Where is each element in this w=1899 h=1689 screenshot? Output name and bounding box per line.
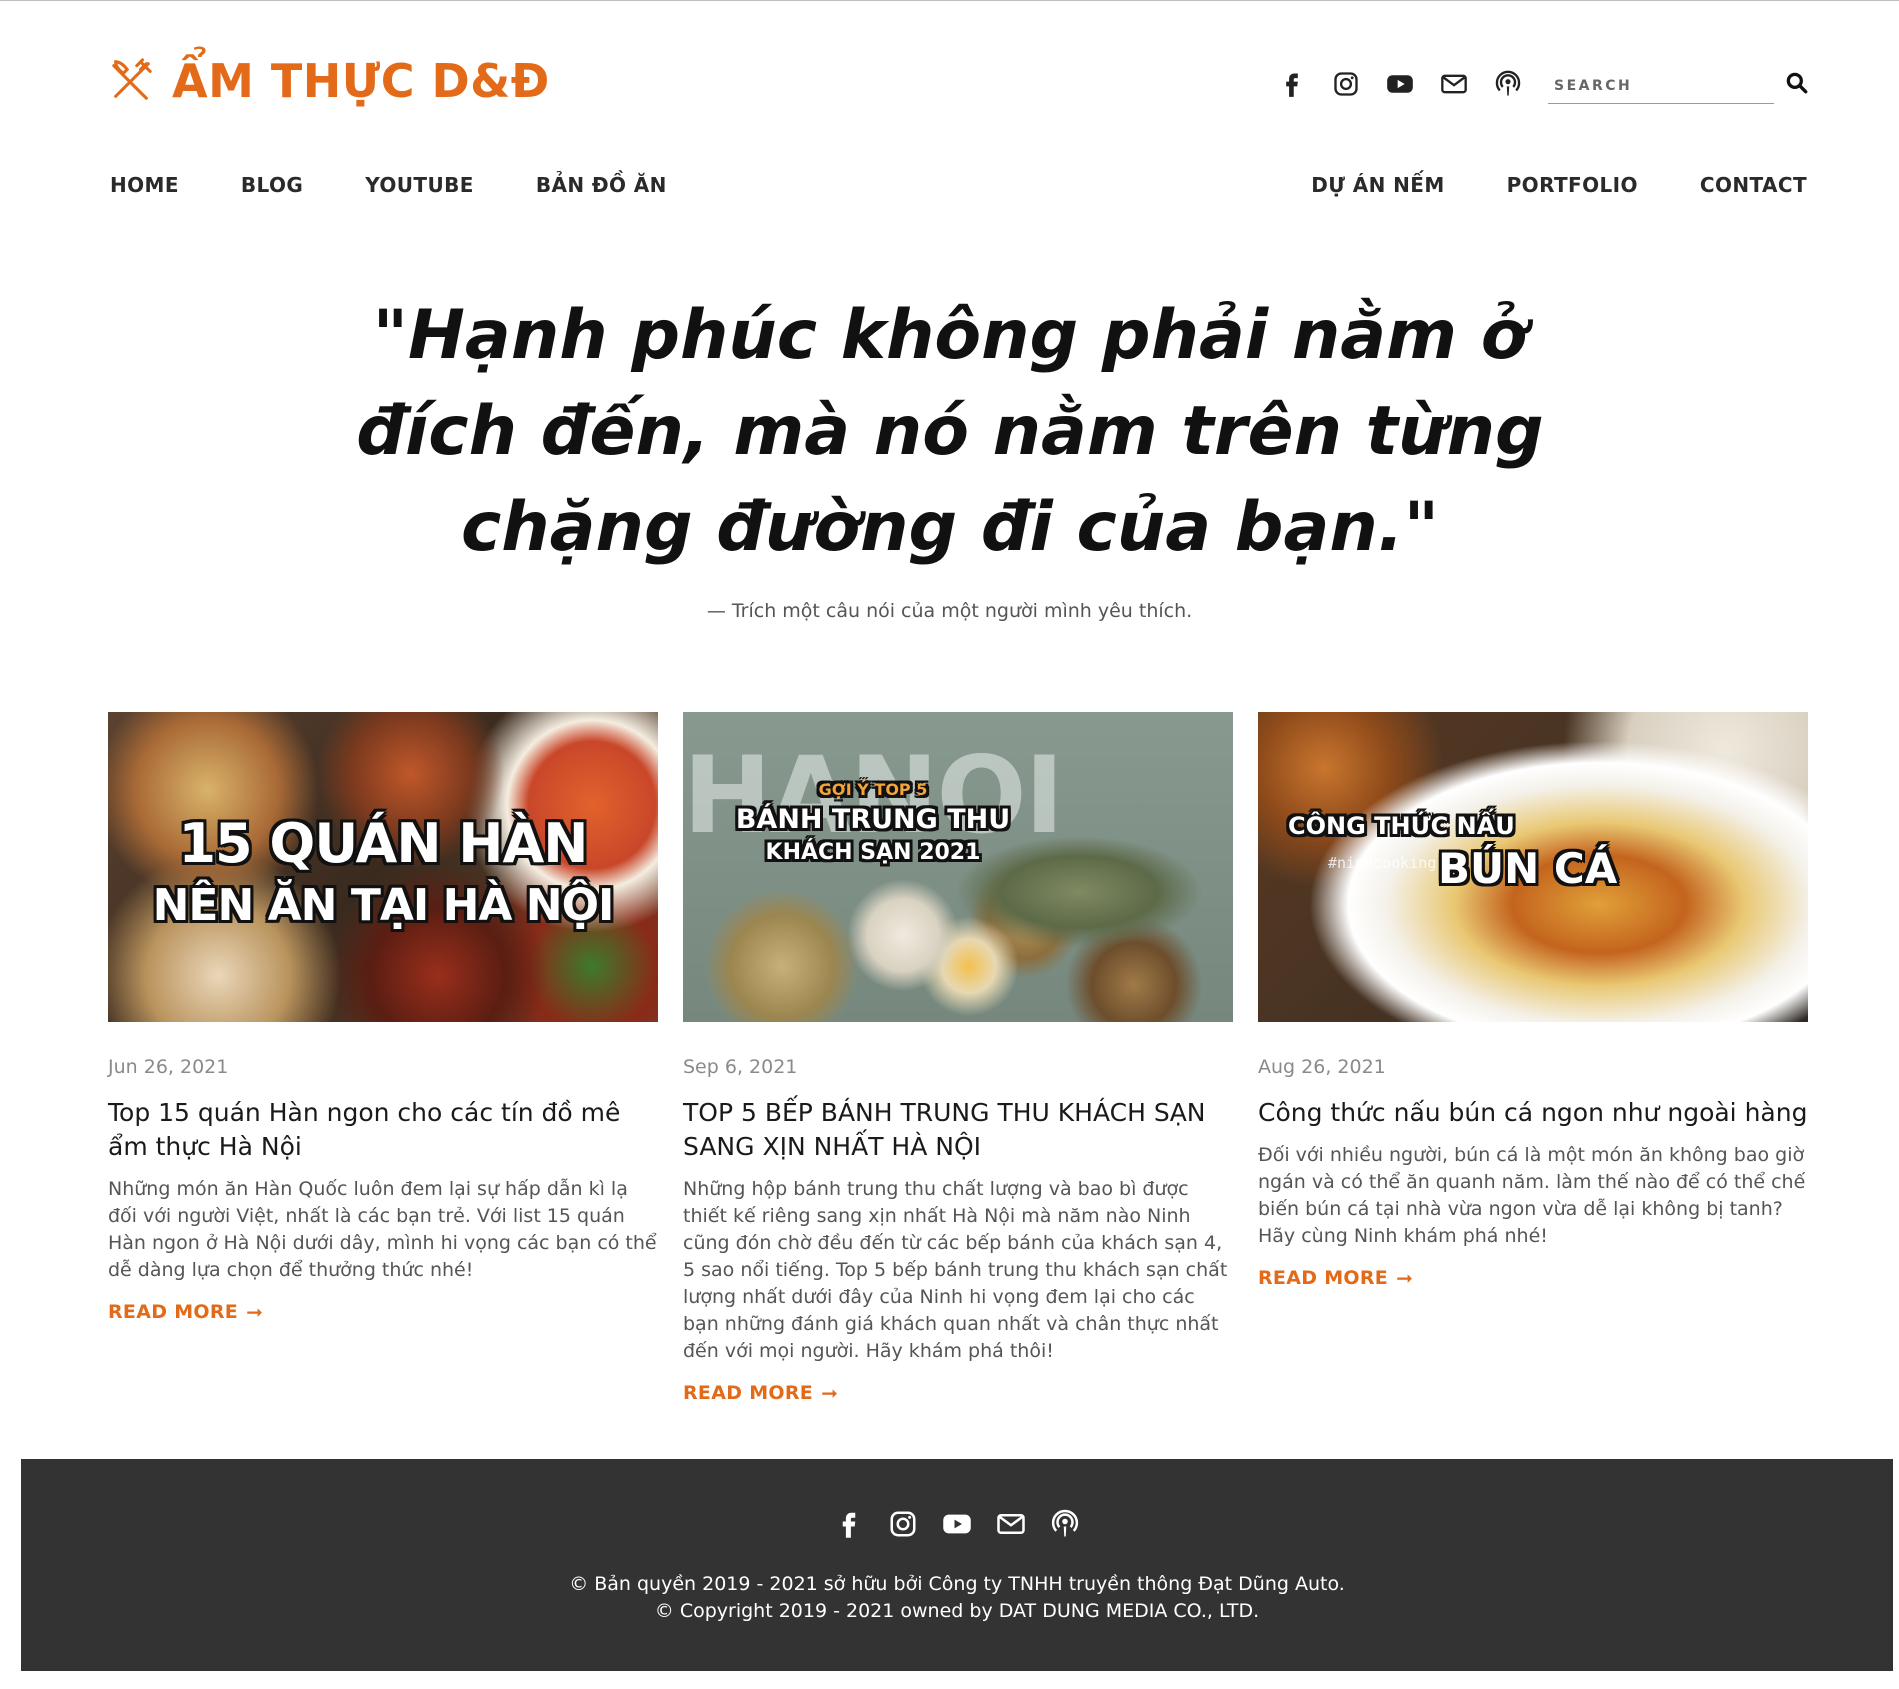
facebook-icon[interactable] [834,1509,864,1539]
footer-copyright-en: © Copyright 2019 - 2021 owned by DAT DUN… [654,1600,1260,1622]
arrow-right-icon: ➞ [1396,1266,1414,1290]
nav-blog[interactable]: BLOG [241,173,303,197]
nav-portfolio[interactable]: PORTFOLIO [1507,173,1638,197]
search-input[interactable] [1548,66,1774,103]
thumbnail-tag: #ninhcooking [1328,854,1437,872]
site-logo[interactable]: ẨM THỰC D&Đ [108,54,550,108]
post-title[interactable]: Top 15 quán Hàn ngon cho các tín đồ mê ẩ… [108,1096,658,1164]
top-border [0,0,1899,1]
youtube-icon[interactable] [1386,70,1414,98]
post-thumbnail[interactable]: HANOI GỢI Ý TOP 5 BÁNH TRUNG THU KHÁCH S… [683,712,1233,1022]
nav-food-map[interactable]: BẢN ĐỒ ĂN [536,173,667,197]
post-excerpt: Những món ăn Hàn Quốc luôn đem lại sự hấ… [108,1178,657,1281]
hero-quote-source: — Trích một câu nói của một người mình y… [706,600,1193,622]
site-footer: © Bản quyền 2019 - 2021 sở hữu bởi Công … [21,1459,1893,1671]
instagram-icon[interactable] [888,1509,918,1539]
logo-text: ẨM THỰC D&Đ [172,54,550,108]
post-title[interactable]: Công thức nấu bún cá ngon như ngoài hàng [1258,1096,1808,1130]
post-thumbnail[interactable]: CÔNG THỨC NẤU #ninhcooking BÚN CÁ [1258,712,1808,1022]
thumbnail-caption: BÚN CÁ [1438,844,1618,893]
hero-quote: "Hạnh phúc không phải nằm ở đích đến, mà… [356,296,1544,567]
thumbnail-caption: KHÁCH SẠN 2021 [765,840,981,865]
arrow-right-icon: ➞ [821,1381,839,1405]
mail-icon[interactable] [1440,70,1468,98]
read-more-link[interactable]: READ MORE ➞ [683,1381,838,1405]
post-date: Jun 26, 2021 [108,1056,229,1078]
post-date: Sep 6, 2021 [683,1056,798,1078]
post-card: HANOI GỢI Ý TOP 5 BÁNH TRUNG THU KHÁCH S… [683,712,1233,1405]
arrow-right-icon: ➞ [246,1300,264,1324]
nav-youtube[interactable]: YOUTUBE [365,173,474,197]
main-nav-right: DỰ ÁN NẾM PORTFOLIO CONTACT [1311,173,1807,197]
thumbnail-caption: NÊN ĂN TẠI HÀ NỘI [152,880,615,931]
post-excerpt: Những hộp bánh trung thu chất lượng và b… [683,1178,1228,1362]
post-card: CÔNG THỨC NẤU #ninhcooking BÚN CÁ Aug 26… [1258,712,1808,1290]
post-thumbnail[interactable]: 15 QUÁN HÀN NÊN ĂN TẠI HÀ NỘI [108,712,658,1022]
podcast-icon[interactable] [1050,1509,1080,1539]
search-field[interactable] [1548,66,1774,104]
nav-tasting-project[interactable]: DỰ ÁN NẾM [1311,173,1444,197]
thumbnail-caption: 15 QUÁN HÀN [178,812,588,875]
thumbnail-caption: BÁNH TRUNG THU [735,804,1011,835]
search-icon[interactable] [1784,70,1810,96]
podcast-icon[interactable] [1494,70,1522,98]
post-excerpt: Đối với nhiều người, bún cá là một món ă… [1258,1144,1806,1247]
main-nav-left: HOME BLOG YOUTUBE BẢN ĐỒ ĂN [110,173,667,197]
facebook-icon[interactable] [1278,70,1306,98]
fork-knife-icon [112,58,152,100]
nav-home[interactable]: HOME [110,173,179,197]
thumbnail-caption: CÔNG THỨC NẤU [1288,812,1515,840]
read-more-link[interactable]: READ MORE ➞ [108,1300,263,1324]
read-more-label: READ MORE [683,1382,814,1404]
nav-contact[interactable]: CONTACT [1700,173,1807,197]
read-more-label: READ MORE [1258,1267,1389,1289]
footer-copyright-vi: © Bản quyền 2019 - 2021 sở hữu bởi Công … [569,1573,1345,1595]
header-social-links [1278,70,1522,98]
read-more-link[interactable]: READ MORE ➞ [1258,1266,1413,1290]
read-more-label: READ MORE [108,1301,239,1323]
footer-social-links [21,1509,1893,1539]
thumbnail-caption: GỢI Ý TOP 5 [818,780,928,799]
youtube-icon[interactable] [942,1509,972,1539]
post-date: Aug 26, 2021 [1258,1056,1386,1078]
post-title[interactable]: TOP 5 BẾP BÁNH TRUNG THU KHÁCH SẠN SANG … [683,1096,1233,1164]
mail-icon[interactable] [996,1509,1026,1539]
instagram-icon[interactable] [1332,70,1360,98]
post-card: 15 QUÁN HÀN NÊN ĂN TẠI HÀ NỘI Jun 26, 20… [108,712,658,1324]
